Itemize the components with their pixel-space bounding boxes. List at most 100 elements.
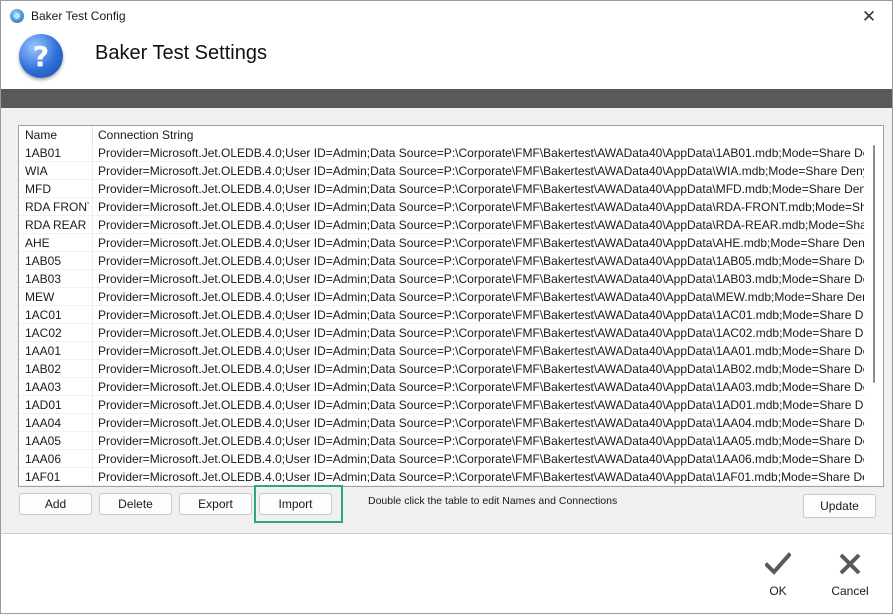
table-row[interactable]: 1AA05 Provider=Microsoft.Jet.OLEDB.4.0;Us…	[19, 432, 865, 450]
table-row[interactable]: RDA REAR Provider=Microsoft.Jet.OLEDB.4.0…	[19, 216, 865, 234]
scrollbar-thumb[interactable]	[873, 145, 875, 383]
cell-connection-string[interactable]: Provider=Microsoft.Jet.OLEDB.4.0;User ID…	[98, 164, 864, 178]
cell-name[interactable]: 1AA04	[25, 416, 89, 430]
cell-name[interactable]: 1AC02	[25, 326, 89, 340]
cell-divider	[92, 324, 93, 342]
table-row[interactable]: 1AA03 Provider=Microsoft.Jet.OLEDB.4.0;Us…	[19, 378, 865, 396]
table-row[interactable]: 1AA01 Provider=Microsoft.Jet.OLEDB.4.0;Us…	[19, 342, 865, 360]
table-row[interactable]: WIA Provider=Microsoft.Jet.OLEDB.4.0;User…	[19, 162, 865, 180]
cell-name[interactable]: RDA REAR	[25, 218, 89, 232]
cell-divider	[92, 144, 93, 162]
cell-divider	[92, 378, 93, 396]
cell-connection-string[interactable]: Provider=Microsoft.Jet.OLEDB.4.0;User ID…	[98, 254, 864, 268]
cell-connection-string[interactable]: Provider=Microsoft.Jet.OLEDB.4.0;User ID…	[98, 398, 864, 412]
cell-name[interactable]: RDA FRONT	[25, 200, 89, 214]
table-row[interactable]: MEW Provider=Microsoft.Jet.OLEDB.4.0;User…	[19, 288, 865, 306]
connections-table[interactable]: Name Connection String 1AB01 Provider=Mic…	[18, 125, 884, 487]
cell-connection-string[interactable]: Provider=Microsoft.Jet.OLEDB.4.0;User ID…	[98, 452, 864, 466]
cell-name[interactable]: 1AD01	[25, 398, 89, 412]
export-button[interactable]: Export	[179, 493, 252, 515]
table-body: 1AB01 Provider=Microsoft.Jet.OLEDB.4.0;Us…	[19, 144, 865, 486]
baker-test-config-window: Baker Test Config ✕ ? Baker Test Setting…	[0, 0, 893, 614]
x-mark-icon	[839, 553, 861, 575]
table-row[interactable]: 1AB02 Provider=Microsoft.Jet.OLEDB.4.0;Us…	[19, 360, 865, 378]
delete-button[interactable]: Delete	[99, 493, 172, 515]
table-row[interactable]: 1AB05 Provider=Microsoft.Jet.OLEDB.4.0;Us…	[19, 252, 865, 270]
cell-name[interactable]: 1AA05	[25, 434, 89, 448]
cell-name[interactable]: 1AB03	[25, 272, 89, 286]
update-button[interactable]: Update	[803, 494, 876, 518]
cell-name[interactable]: WIA	[25, 164, 89, 178]
cell-connection-string[interactable]: Provider=Microsoft.Jet.OLEDB.4.0;User ID…	[98, 200, 864, 214]
row-divider	[19, 485, 865, 486]
cell-divider	[92, 342, 93, 360]
window-title: Baker Test Config	[31, 9, 126, 23]
column-header-connection-string[interactable]: Connection String	[98, 128, 193, 142]
cell-name[interactable]: 1AB05	[25, 254, 89, 268]
cell-connection-string[interactable]: Provider=Microsoft.Jet.OLEDB.4.0;User ID…	[98, 236, 864, 250]
cell-connection-string[interactable]: Provider=Microsoft.Jet.OLEDB.4.0;User ID…	[98, 308, 864, 322]
add-button[interactable]: Add	[19, 493, 92, 515]
cell-divider	[92, 288, 93, 306]
cell-divider	[92, 360, 93, 378]
cancel-label: Cancel	[831, 584, 869, 598]
vertical-scrollbar[interactable]	[866, 126, 883, 486]
table-row[interactable]: 1AD01 Provider=Microsoft.Jet.OLEDB.4.0;Us…	[19, 396, 865, 414]
cell-divider	[92, 450, 93, 468]
cell-divider	[92, 468, 93, 486]
dialog-footer: OK Cancel	[1, 534, 892, 613]
cell-connection-string[interactable]: Provider=Microsoft.Jet.OLEDB.4.0;User ID…	[98, 434, 864, 448]
cell-connection-string[interactable]: Provider=Microsoft.Jet.OLEDB.4.0;User ID…	[98, 416, 864, 430]
page-title: Baker Test Settings	[95, 42, 267, 64]
edit-hint-text: Double click the table to edit Names and…	[368, 495, 618, 507]
cell-divider	[92, 414, 93, 432]
cell-divider	[92, 306, 93, 324]
cell-name[interactable]: 1AF01	[25, 470, 89, 484]
table-row[interactable]: 1AC01 Provider=Microsoft.Jet.OLEDB.4.0;Us…	[19, 306, 865, 324]
cell-name[interactable]: 1AC01	[25, 308, 89, 322]
table-row[interactable]: RDA FRONT Provider=Microsoft.Jet.OLEDB.4.…	[19, 198, 865, 216]
column-divider[interactable]	[92, 126, 93, 144]
cell-name[interactable]: MEW	[25, 290, 89, 304]
cell-name[interactable]: 1AB01	[25, 146, 89, 160]
cell-divider	[92, 252, 93, 270]
table-row[interactable]: 1AA06 Provider=Microsoft.Jet.OLEDB.4.0;Us…	[19, 450, 865, 468]
cell-connection-string[interactable]: Provider=Microsoft.Jet.OLEDB.4.0;User ID…	[98, 146, 864, 160]
cell-name[interactable]: MFD	[25, 182, 89, 196]
import-button[interactable]: Import	[259, 493, 332, 515]
cell-connection-string[interactable]: Provider=Microsoft.Jet.OLEDB.4.0;User ID…	[98, 362, 864, 376]
cell-connection-string[interactable]: Provider=Microsoft.Jet.OLEDB.4.0;User ID…	[98, 182, 864, 196]
table-row[interactable]: AHE Provider=Microsoft.Jet.OLEDB.4.0;User…	[19, 234, 865, 252]
table-row[interactable]: 1AB03 Provider=Microsoft.Jet.OLEDB.4.0;Us…	[19, 270, 865, 288]
dialog-header: ? Baker Test Settings	[1, 32, 892, 89]
title-bar[interactable]: Baker Test Config ✕	[1, 1, 892, 32]
cell-connection-string[interactable]: Provider=Microsoft.Jet.OLEDB.4.0;User ID…	[98, 344, 864, 358]
question-mark-icon: ?	[19, 34, 63, 78]
cell-connection-string[interactable]: Provider=Microsoft.Jet.OLEDB.4.0;User ID…	[98, 326, 864, 340]
column-header-name[interactable]: Name	[25, 128, 57, 142]
table-row[interactable]: 1AA04 Provider=Microsoft.Jet.OLEDB.4.0;Us…	[19, 414, 865, 432]
cell-name[interactable]: 1AB02	[25, 362, 89, 376]
cell-name[interactable]: AHE	[25, 236, 89, 250]
close-icon: ✕	[861, 6, 877, 26]
cancel-button[interactable]: Cancel	[820, 552, 880, 608]
close-button[interactable]: ✕	[846, 1, 892, 32]
table-row[interactable]: 1AC02 Provider=Microsoft.Jet.OLEDB.4.0;Us…	[19, 324, 865, 342]
cell-connection-string[interactable]: Provider=Microsoft.Jet.OLEDB.4.0;User ID…	[98, 380, 864, 394]
cell-connection-string[interactable]: Provider=Microsoft.Jet.OLEDB.4.0;User ID…	[98, 290, 864, 304]
cell-divider	[92, 270, 93, 288]
table-row[interactable]: 1AF01 Provider=Microsoft.Jet.OLEDB.4.0;Us…	[19, 468, 865, 486]
cell-connection-string[interactable]: Provider=Microsoft.Jet.OLEDB.4.0;User ID…	[98, 272, 864, 286]
table-row[interactable]: 1AB01 Provider=Microsoft.Jet.OLEDB.4.0;Us…	[19, 144, 865, 162]
app-globe-icon	[10, 9, 24, 23]
cell-name[interactable]: 1AA01	[25, 344, 89, 358]
ok-button[interactable]: OK	[748, 552, 808, 608]
cell-divider	[92, 162, 93, 180]
table-row[interactable]: MFD Provider=Microsoft.Jet.OLEDB.4.0;User…	[19, 180, 865, 198]
cell-connection-string[interactable]: Provider=Microsoft.Jet.OLEDB.4.0;User ID…	[98, 218, 864, 232]
cell-connection-string[interactable]: Provider=Microsoft.Jet.OLEDB.4.0;User ID…	[98, 470, 864, 484]
checkmark-icon	[765, 552, 791, 575]
cell-divider	[92, 180, 93, 198]
cell-name[interactable]: 1AA06	[25, 452, 89, 466]
cell-name[interactable]: 1AA03	[25, 380, 89, 394]
